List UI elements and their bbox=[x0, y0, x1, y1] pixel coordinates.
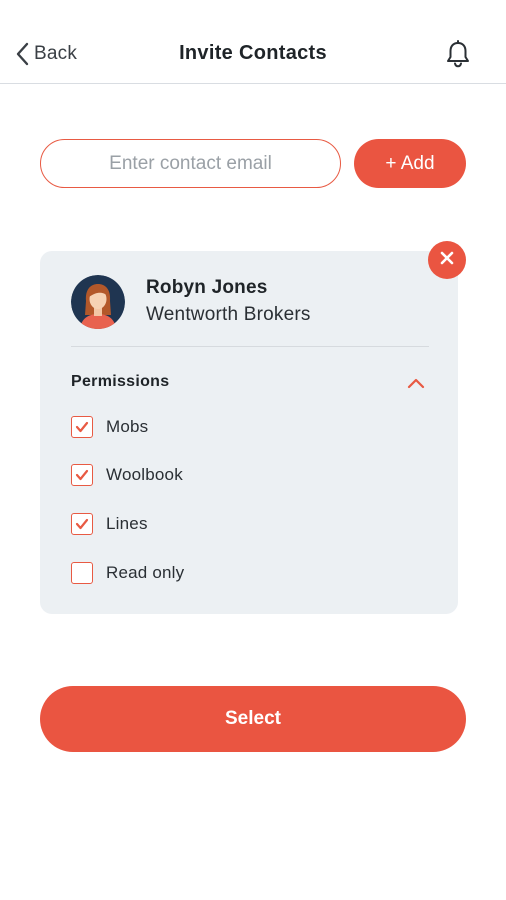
permissions-toggle[interactable] bbox=[406, 375, 426, 391]
back-button[interactable]: Back bbox=[16, 42, 77, 66]
checkbox-unchecked[interactable] bbox=[71, 562, 93, 584]
remove-contact-button[interactable] bbox=[428, 241, 466, 279]
add-contact-button[interactable]: + Add bbox=[354, 139, 466, 188]
checkbox-checked[interactable] bbox=[71, 513, 93, 535]
chevron-up-icon bbox=[406, 378, 426, 395]
checkbox-checked[interactable] bbox=[71, 416, 93, 438]
contact-name: Robyn Jones bbox=[146, 277, 268, 298]
permissions-heading: Permissions bbox=[71, 373, 170, 390]
permission-read-only[interactable]: Read only bbox=[71, 562, 184, 584]
close-icon bbox=[439, 250, 455, 271]
checkbox-checked[interactable] bbox=[71, 464, 93, 486]
permission-label: Lines bbox=[106, 514, 148, 533]
contact-company: Wentworth Brokers bbox=[146, 304, 311, 325]
notifications-button[interactable] bbox=[445, 40, 471, 68]
chevron-left-icon bbox=[16, 42, 30, 66]
permission-mobs[interactable]: Mobs bbox=[71, 416, 148, 438]
select-button[interactable]: Select bbox=[40, 686, 466, 752]
top-bar: Back Invite Contacts bbox=[0, 0, 506, 84]
permission-label: Mobs bbox=[106, 417, 149, 436]
avatar bbox=[71, 275, 125, 329]
checkmark-icon bbox=[75, 469, 89, 481]
permission-label: Read only bbox=[106, 563, 185, 582]
bell-icon bbox=[445, 40, 471, 72]
permission-lines[interactable]: Lines bbox=[71, 513, 148, 535]
contact-card: Robyn Jones Wentworth Brokers Permission… bbox=[40, 251, 458, 614]
divider bbox=[71, 346, 429, 347]
contact-email-input[interactable] bbox=[40, 139, 341, 188]
permission-label: Woolbook bbox=[106, 465, 183, 484]
checkmark-icon bbox=[75, 421, 89, 433]
checkmark-icon bbox=[75, 518, 89, 530]
back-label: Back bbox=[34, 43, 78, 64]
permission-woolbook[interactable]: Woolbook bbox=[71, 464, 183, 486]
